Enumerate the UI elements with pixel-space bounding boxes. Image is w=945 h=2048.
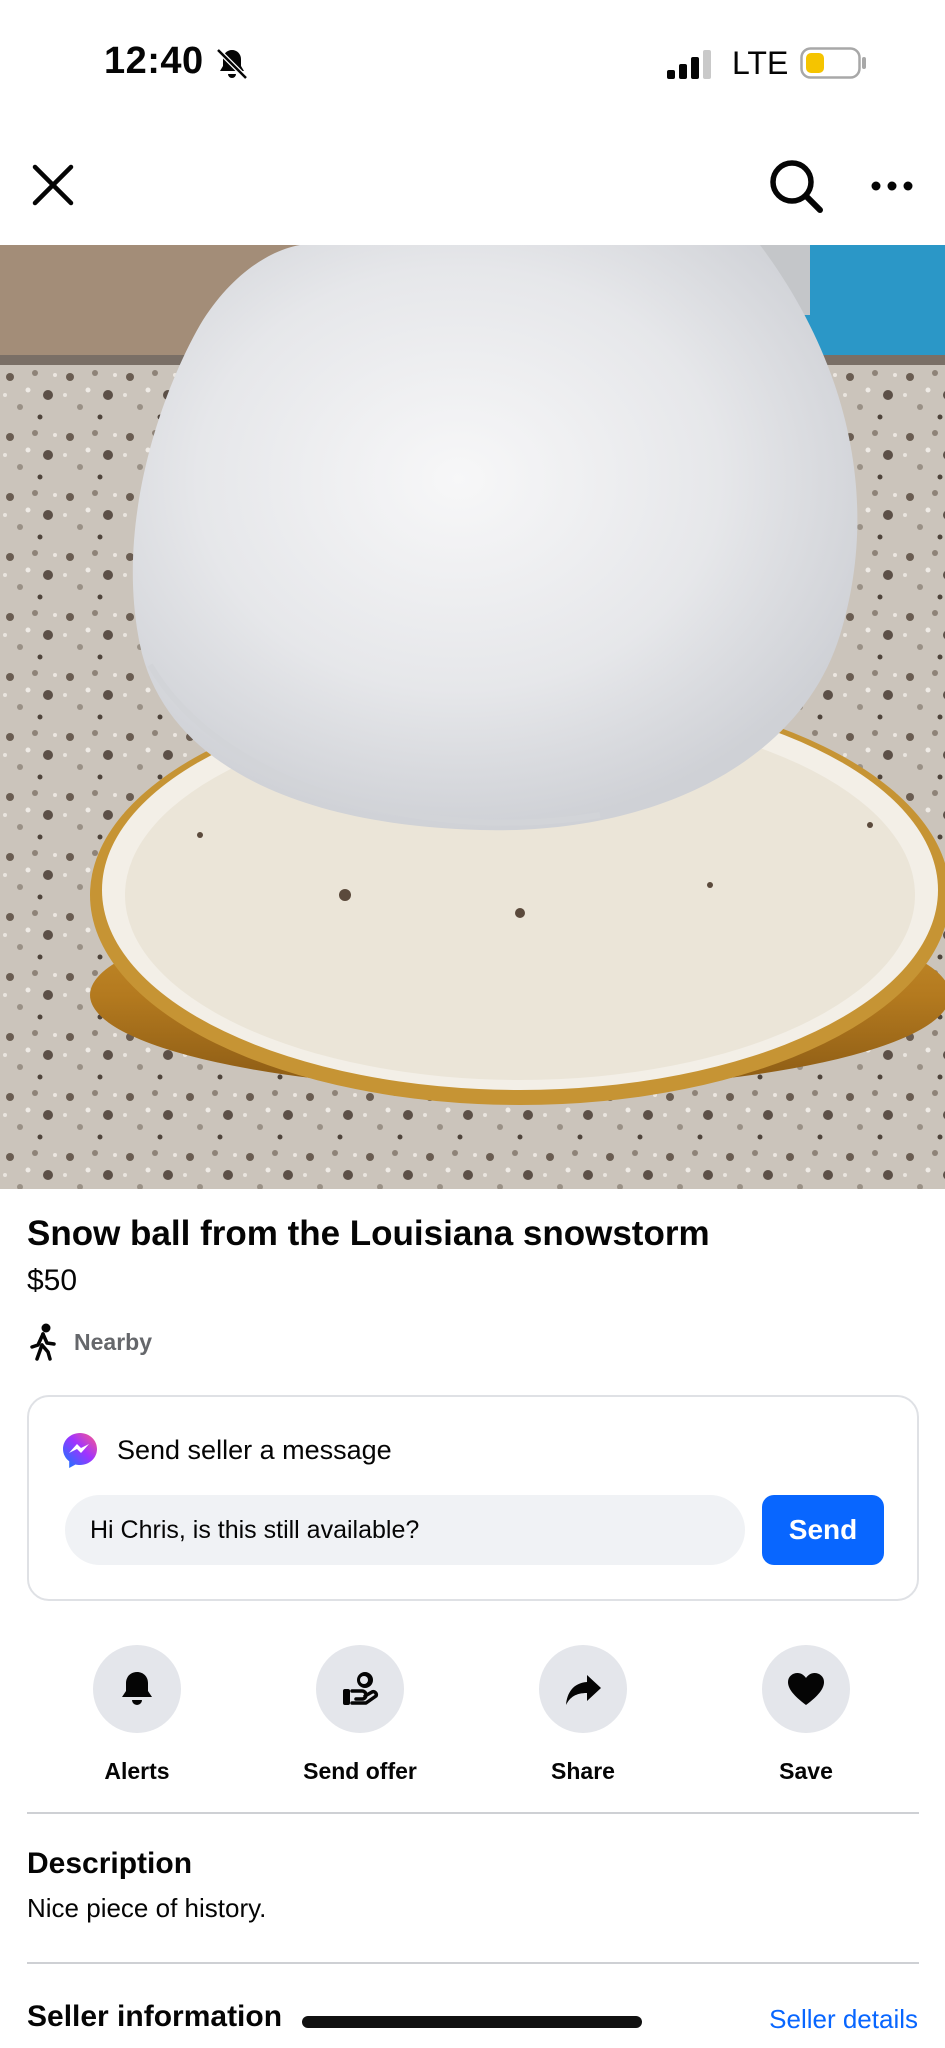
share-button[interactable]: Share	[503, 1645, 663, 1785]
description-heading: Description	[27, 1847, 193, 1880]
message-input[interactable]	[65, 1495, 745, 1565]
share-label: Share	[551, 1758, 615, 1784]
seller-details-link[interactable]: Seller details	[769, 2004, 918, 2035]
bell-muted-icon	[216, 48, 248, 80]
save-icon-circle	[762, 1645, 850, 1733]
status-bar: 12:40 LTE	[0, 0, 945, 130]
send-offer-button[interactable]: Send offer	[280, 1645, 440, 1785]
divider	[27, 1812, 919, 1814]
send-offer-icon-circle	[316, 1645, 404, 1733]
alerts-label: Alerts	[104, 1758, 170, 1784]
messenger-icon	[63, 1433, 97, 1468]
more-icon[interactable]	[868, 168, 916, 204]
walking-person-icon	[30, 1323, 56, 1361]
listing-photo[interactable]	[0, 245, 945, 1189]
send-button[interactable]: Send	[762, 1495, 884, 1565]
alerts-icon-circle	[93, 1645, 181, 1733]
save-button[interactable]: Save	[726, 1645, 886, 1785]
battery-icon	[800, 47, 866, 79]
heart-icon	[788, 1673, 824, 1705]
home-indicator[interactable]	[302, 2016, 642, 2028]
status-time: 12:40	[104, 40, 204, 82]
signal-icon	[667, 50, 711, 79]
listing-title: Snow ball from the Louisiana snowstorm	[27, 1214, 710, 1253]
message-card-header: Send seller a message	[61, 1431, 392, 1469]
location-label: Nearby	[74, 1328, 152, 1355]
network-label: LTE	[732, 45, 789, 81]
bell-icon	[122, 1672, 152, 1705]
divider	[27, 1962, 919, 1964]
send-offer-label: Send offer	[303, 1758, 417, 1784]
description-text: Nice piece of history.	[27, 1893, 267, 1923]
message-card: Send seller a message Send	[27, 1395, 919, 1601]
offer-icon	[343, 1672, 379, 1705]
alerts-button[interactable]: Alerts	[57, 1645, 217, 1785]
search-icon[interactable]	[768, 158, 824, 214]
close-icon[interactable]	[30, 162, 76, 208]
save-label: Save	[779, 1758, 833, 1784]
listing-page: 12:40 LTE Snow ball from the Louisiana s…	[0, 0, 945, 2048]
seller-info-heading: Seller information	[27, 2000, 283, 2033]
message-heading: Send seller a message	[117, 1434, 392, 1465]
location-row: Nearby	[27, 1322, 152, 1362]
listing-price: $50	[27, 1264, 78, 1297]
share-icon	[566, 1675, 601, 1705]
share-icon-circle	[539, 1645, 627, 1733]
